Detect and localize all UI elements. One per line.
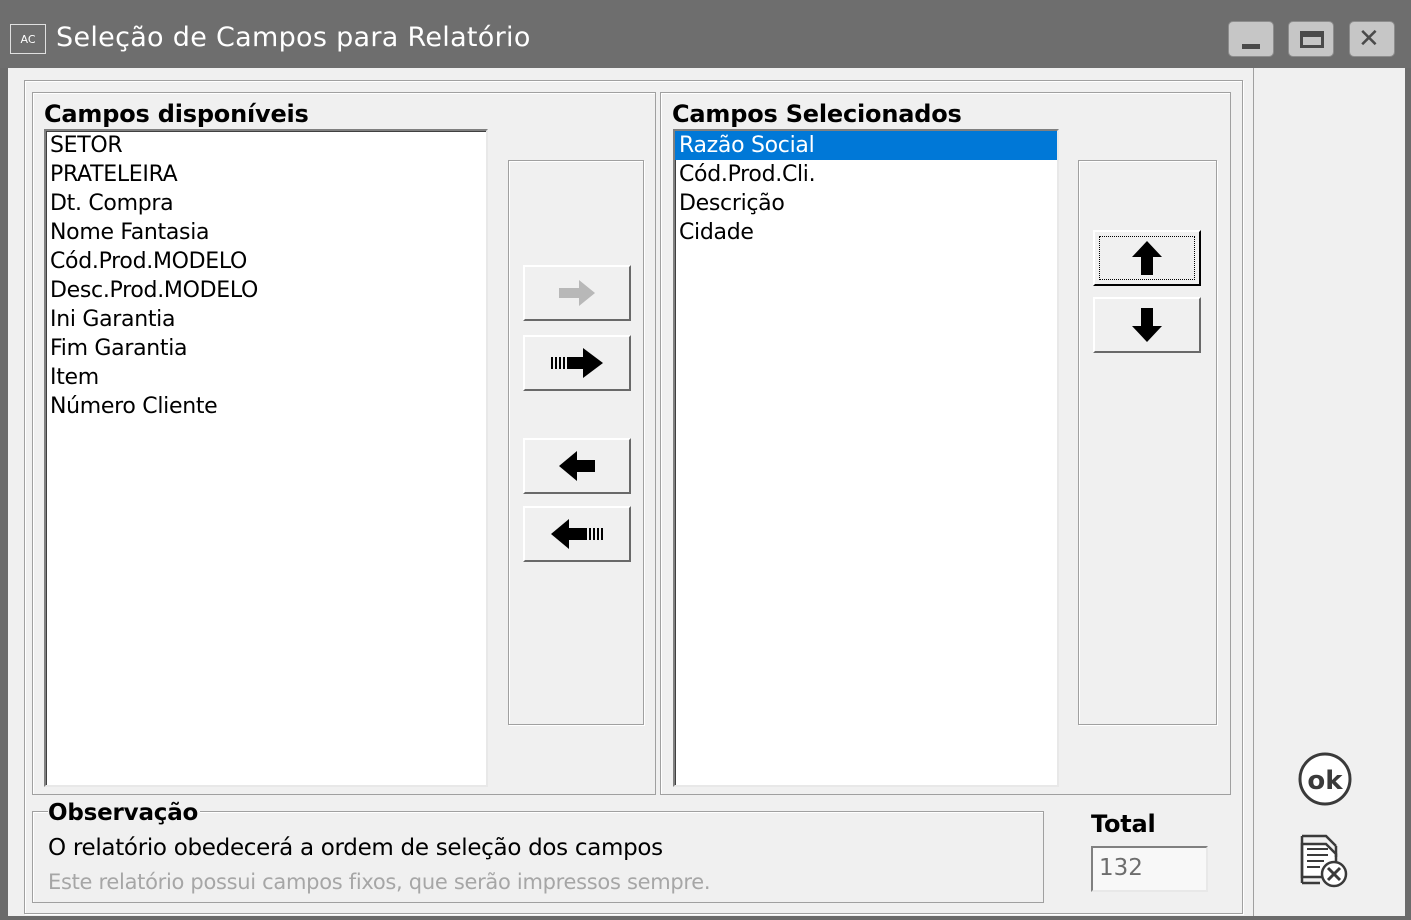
- list-item[interactable]: PRATELEIRA: [46, 160, 486, 189]
- observation-line-1: O relatório obedecerá a ordem de seleção…: [48, 835, 663, 861]
- app-icon[interactable]: AC: [10, 24, 46, 54]
- minimize-icon: [1242, 44, 1260, 49]
- list-item[interactable]: Cód.Prod.MODELO: [46, 247, 486, 276]
- minimize-button[interactable]: [1228, 21, 1274, 57]
- dialog-window: AC Seleção de Campos para Relatório ✕ Ca…: [0, 0, 1411, 920]
- maximize-button[interactable]: [1288, 21, 1334, 57]
- list-item[interactable]: Desc.Prod.MODELO: [46, 276, 486, 305]
- total-field[interactable]: 132: [1091, 846, 1208, 892]
- list-item[interactable]: Ini Garantia: [46, 305, 486, 334]
- list-item[interactable]: Fim Garantia: [46, 334, 486, 363]
- cancel-report-icon: [1300, 834, 1348, 888]
- add-all-button[interactable]: [523, 335, 631, 391]
- ok-button[interactable]: ok: [1296, 751, 1354, 812]
- selected-fields-list[interactable]: Razão Social Cód.Prod.Cli. Descrição Cidade: [673, 129, 1059, 787]
- arrow-right-icon: [559, 280, 595, 306]
- selected-fields-label: Campos Selecionados: [672, 100, 962, 128]
- total-label: Total: [1091, 810, 1156, 838]
- observation-label: Observação: [48, 800, 201, 826]
- add-selected-button[interactable]: [523, 265, 631, 321]
- observation-line-2: Este relatório possui campos fixos, que …: [48, 870, 711, 894]
- arrow-left-icon: [559, 451, 595, 481]
- cancel-button[interactable]: [1298, 833, 1350, 896]
- list-item[interactable]: Cidade: [675, 218, 1057, 247]
- list-item[interactable]: Número Cliente: [46, 392, 486, 421]
- list-item[interactable]: Razão Social: [675, 131, 1057, 160]
- svg-text:ok: ok: [1307, 766, 1343, 796]
- available-fields-list[interactable]: SETOR PRATELEIRA Dt. Compra Nome Fantasia Có…: [44, 129, 488, 787]
- arrow-down-icon: [1132, 308, 1162, 342]
- close-icon: ✕: [1358, 24, 1380, 54]
- arrow-left-all-icon: [551, 519, 603, 549]
- remove-selected-button[interactable]: [523, 438, 631, 494]
- maximize-icon: [1300, 31, 1324, 48]
- list-item[interactable]: Dt. Compra: [46, 189, 486, 218]
- list-item[interactable]: Descrição: [675, 189, 1057, 218]
- list-item[interactable]: Nome Fantasia: [46, 218, 486, 247]
- list-item[interactable]: SETOR: [46, 131, 486, 160]
- list-item[interactable]: Cód.Prod.Cli.: [675, 160, 1057, 189]
- remove-all-button[interactable]: [523, 506, 631, 562]
- list-item[interactable]: Item: [46, 363, 486, 392]
- arrow-right-all-icon: [551, 348, 603, 378]
- close-button[interactable]: ✕: [1349, 21, 1395, 57]
- window-title: Seleção de Campos para Relatório: [56, 22, 531, 53]
- ok-icon: ok: [1298, 752, 1352, 806]
- title-bar[interactable]: AC Seleção de Campos para Relatório ✕: [0, 0, 1411, 68]
- move-up-button[interactable]: [1093, 230, 1201, 286]
- available-fields-label: Campos disponíveis: [44, 100, 309, 128]
- move-down-button[interactable]: [1093, 297, 1201, 353]
- arrow-up-icon: [1132, 241, 1162, 275]
